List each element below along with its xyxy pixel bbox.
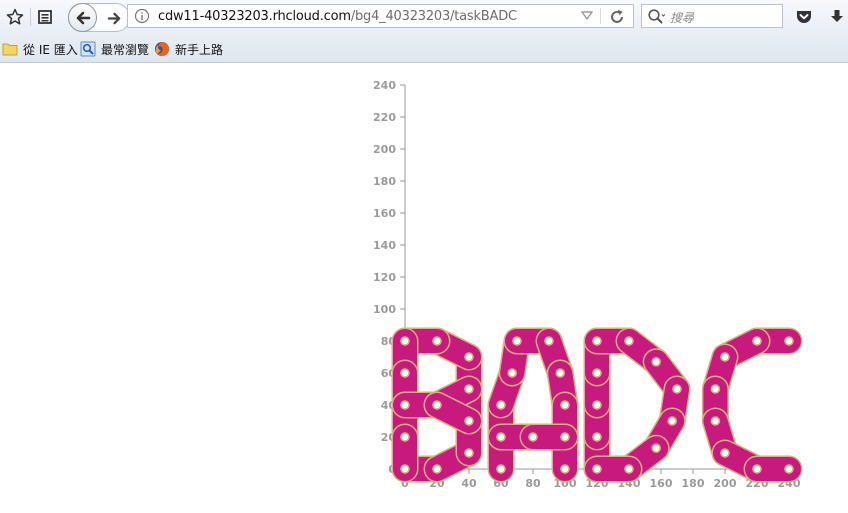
chain-pin	[720, 448, 730, 458]
bookmarks-list-icon[interactable]	[34, 6, 56, 28]
chain-pin	[560, 400, 570, 410]
back-button[interactable]	[68, 3, 97, 32]
chain-pin	[560, 432, 570, 442]
x-tick-label: 160	[650, 477, 673, 490]
y-tick-label: 120	[373, 271, 396, 284]
chain-pin	[624, 336, 634, 346]
pocket-icon[interactable]	[793, 6, 815, 28]
download-icon[interactable]	[826, 6, 848, 28]
bookmark-getting-started[interactable]: 新手上路	[154, 40, 223, 58]
history-dropdown-icon[interactable]	[580, 10, 594, 22]
reload-icon[interactable]	[608, 8, 626, 26]
chain-link	[425, 393, 481, 433]
bookmark-star-icon[interactable]	[4, 6, 26, 28]
bookmarks-toolbar: 從 IE 匯入 最常瀏覽 新手上路	[0, 34, 848, 63]
chain-pin	[400, 336, 410, 346]
badc-chain-canvas: 0 20 40 60 80 100 120 140 160 180 200 220 2400204060…	[373, 79, 803, 490]
chain-pin	[464, 416, 474, 426]
firefox-icon	[154, 41, 170, 57]
bookmark-label: 新手上路	[175, 42, 224, 57]
chain-pin	[464, 448, 474, 458]
chain-pin	[592, 368, 602, 378]
chain-pin	[672, 384, 682, 394]
chain-pin	[464, 352, 474, 362]
search-bar[interactable]: 搜尋	[641, 4, 783, 28]
url-bar[interactable]: cdw11-40323203.rhcloud.com/bg4_40323203/…	[127, 4, 634, 28]
url-text[interactable]: cdw11-40323203.rhcloud.com/bg4_40323203/…	[158, 9, 517, 24]
arrow-left-icon	[76, 11, 90, 24]
url-host: cdw11-40323203.rhcloud.com	[158, 9, 351, 24]
chain-pin	[592, 400, 602, 410]
url-path: /bg4_40323203/taskBADC	[350, 9, 517, 24]
chain-pin	[464, 384, 474, 394]
chain-pin	[720, 352, 730, 362]
forward-button[interactable]	[103, 8, 125, 28]
chain-pin	[400, 432, 410, 442]
y-tick-label: 240	[373, 79, 396, 92]
bookmark-import-from-ie[interactable]: 從 IE 匯入	[2, 40, 78, 58]
chain-pin	[592, 464, 602, 474]
chain-pin	[667, 416, 678, 426]
chain-pin	[592, 336, 602, 346]
chain-pin	[560, 464, 570, 474]
y-tick-label: 180	[373, 175, 396, 188]
chain-pin	[710, 384, 721, 394]
urlbar-separator	[600, 8, 601, 24]
chain-pin	[752, 464, 762, 474]
folder-icon	[2, 41, 18, 57]
chain-pin	[507, 368, 518, 378]
search-icon	[648, 9, 665, 24]
chain-pin	[496, 464, 506, 474]
chain-pin	[400, 464, 410, 474]
y-tick-label: 200	[373, 143, 396, 156]
chain-pin	[544, 336, 554, 346]
info-icon[interactable]	[134, 8, 150, 24]
letter-d	[583, 327, 691, 483]
chain-pin	[624, 464, 634, 474]
chain-pin	[555, 368, 566, 378]
y-tick-label: 140	[373, 239, 396, 252]
bookmark-label: 從 IE 匯入	[23, 42, 78, 57]
chain-pin	[400, 400, 410, 410]
chain-pin	[400, 368, 410, 378]
arrow-right-icon	[107, 12, 120, 24]
chain-pin	[752, 336, 762, 346]
page-content: 0 20 40 60 80 100 120 140 160 180 200 220 240 0 20 40 60…	[0, 63, 848, 513]
chain-pin	[651, 443, 662, 454]
chain-pin	[432, 400, 442, 410]
bookmark-most-visited[interactable]: 最常瀏覽	[80, 40, 149, 58]
search-placeholder: 搜尋	[670, 11, 695, 25]
chain-pin	[528, 432, 538, 442]
chain-pin	[496, 400, 506, 410]
most-visited-icon	[80, 41, 96, 57]
chain-pin	[432, 336, 442, 346]
bookmark-label: 最常瀏覽	[101, 42, 150, 57]
chain-pin	[710, 416, 721, 426]
chain-pin	[592, 432, 602, 442]
back-forward-group	[68, 3, 130, 32]
chain-pin	[512, 336, 522, 346]
toolbar-separator	[30, 8, 31, 26]
y-tick-label: 160	[373, 207, 396, 220]
letter-a	[487, 327, 579, 483]
chain-pin	[651, 356, 662, 367]
y-tick-label: 100	[373, 303, 396, 316]
chain-pin	[496, 432, 506, 442]
chain-pin	[784, 464, 794, 474]
x-tick-label: 180	[682, 477, 705, 490]
y-tick-label: 220	[373, 111, 396, 124]
x-tick-label: 80	[525, 477, 541, 490]
x-tick-label: 200	[714, 477, 737, 490]
chain-pin	[784, 336, 794, 346]
x-tick-label: 40	[461, 477, 477, 490]
navigation-toolbar: cdw11-40323203.rhcloud.com/bg4_40323203/…	[0, 0, 848, 34]
chain-pin	[432, 464, 442, 474]
